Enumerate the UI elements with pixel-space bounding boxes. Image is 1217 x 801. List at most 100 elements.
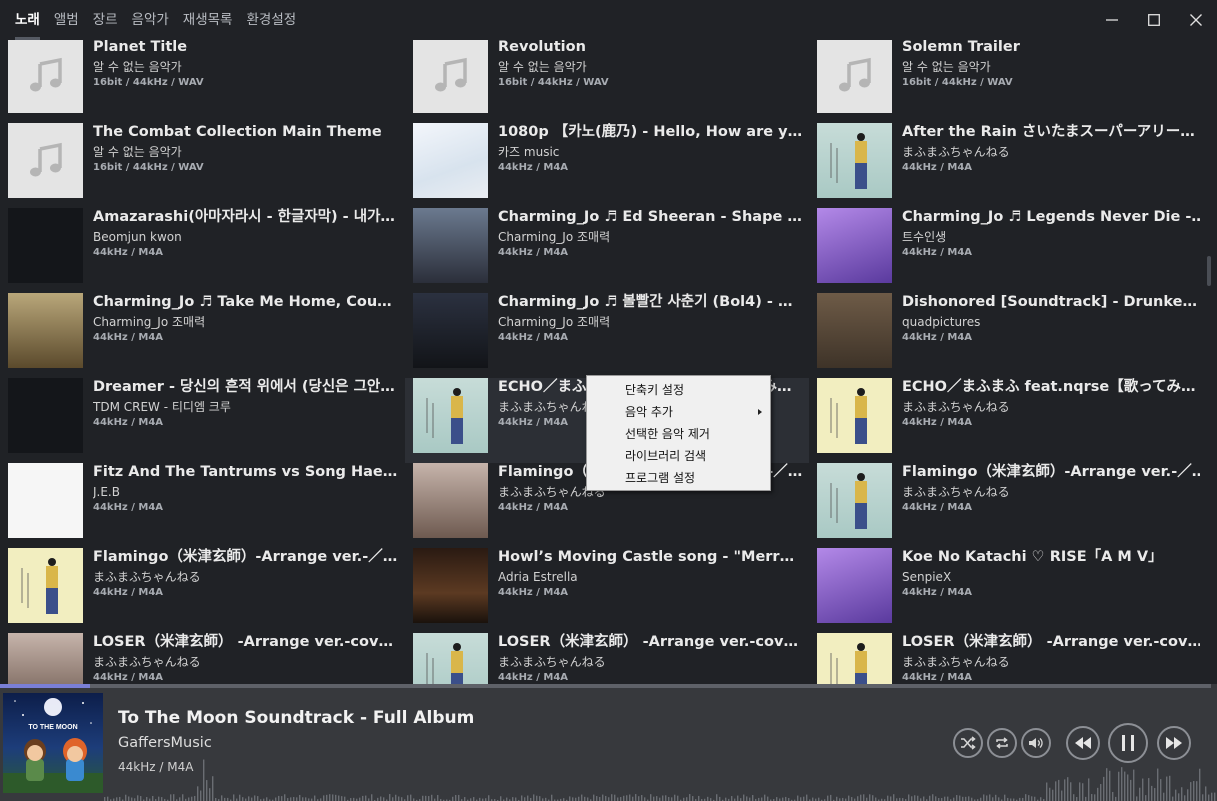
song-card[interactable]: Charming_Jo ♬ Legends Never Die - Le… 트수인…: [809, 208, 1200, 293]
song-card[interactable]: Planet Title 알 수 없는 음악가 16bit / 44kHz / WA…: [0, 40, 404, 123]
visualizer-bar: [692, 796, 694, 801]
visualizer-bar: [1097, 787, 1099, 801]
visualizer-bar: [1064, 779, 1066, 801]
album-cover: TO THE MOON: [3, 693, 103, 793]
song-card[interactable]: Koe No Katachi ♡ RISE「A M V」 SenpieX 44kHz…: [809, 548, 1200, 633]
maximize-button[interactable]: [1133, 0, 1175, 40]
context-menu-item[interactable]: 단축키 설정: [587, 379, 770, 401]
tab-4[interactable]: 재생목록: [176, 0, 240, 40]
visualizer-bar: [578, 796, 580, 801]
visualizer-bar: [389, 794, 391, 801]
visualizer-bar: [128, 796, 130, 801]
volume-button[interactable]: [1021, 728, 1051, 758]
visualizer-bar: [251, 797, 253, 801]
visualizer-bar: [188, 797, 190, 801]
song-card[interactable]: Flamingo（米津玄師）-Arrange ver.-／… まふまふちゃんねる 4…: [0, 548, 404, 633]
context-menu-item[interactable]: 선택한 음악 제거: [587, 423, 770, 445]
visualizer-bar: [1169, 775, 1171, 801]
visualizer-bar: [614, 794, 616, 801]
visualizer-bar: [674, 794, 676, 801]
song-card[interactable]: LOSER（米津玄師） -Arrange ver.-cover… まふまふちゃんね…: [0, 633, 404, 684]
song-info: Dishonored [Soundtrack] - Drunken Wh… qua…: [902, 293, 1200, 345]
visualizer-bar: [800, 797, 802, 801]
song-card[interactable]: Solemn Trailer 알 수 없는 음악가 16bit / 44kHz / …: [809, 40, 1200, 123]
visualizer-bar: [140, 796, 142, 801]
visualizer-bar: [464, 797, 466, 801]
song-format: 44kHz / M4A: [902, 162, 973, 173]
next-button[interactable]: [1157, 726, 1191, 760]
context-menu-item[interactable]: 프로그램 설정: [587, 467, 770, 489]
visualizer-bar: [860, 794, 862, 801]
scrollbar-thumb[interactable]: [1207, 256, 1211, 286]
pause-button[interactable]: [1108, 723, 1148, 763]
song-format: 44kHz / M4A: [93, 247, 164, 258]
album-art: [817, 378, 892, 453]
visualizer-bar: [812, 797, 814, 801]
tab-0[interactable]: 노래: [8, 0, 47, 40]
song-artist: まふまふちゃんねる: [93, 655, 201, 669]
song-card[interactable]: Flamingo（米津玄師）-Arrange ver.-／… まふまふちゃんねる 4…: [809, 463, 1200, 548]
tab-1[interactable]: 앨범: [47, 0, 86, 40]
progress-bar[interactable]: [0, 684, 1211, 688]
album-art: [817, 633, 892, 684]
song-artist: まふまふちゃんねる: [498, 655, 606, 669]
visualizer-bar: [782, 797, 784, 801]
song-card[interactable]: After the Rain さいたまスーパーアリー… まふまふちゃんねる 44kH…: [809, 123, 1200, 208]
visualizer-bar: [1061, 790, 1063, 801]
song-card[interactable]: 1080p 【카노(鹿乃) - Hello, How are you… 카즈 mu…: [405, 123, 809, 208]
song-card[interactable]: Amazarashi(아마자라시 - 한글자막) - 내가… Beomjun kw…: [0, 208, 404, 293]
tab-3[interactable]: 음악가: [125, 0, 176, 40]
song-card[interactable]: ECHO／まふまふ feat.nqrse【歌ってみた】まふまふちゃんねる 44kH…: [809, 378, 1200, 463]
visualizer-bar: [401, 797, 403, 801]
close-button[interactable]: [1175, 0, 1217, 40]
visualizer-bar: [1055, 781, 1057, 801]
context-menu: 단축키 설정 음악 추가 선택한 음악 제거 라이브러리 검색 프로그램 설정: [586, 375, 771, 491]
visualizer-bar: [986, 795, 988, 801]
song-card[interactable]: Howl’s Moving Castle song - "Merry-Go… Ad…: [405, 548, 809, 633]
context-menu-item[interactable]: 라이브러리 검색: [587, 445, 770, 467]
visualizer-bar: [599, 797, 601, 801]
visualizer-bar: [569, 796, 571, 801]
song-artist: Charming_Jo 조매력: [498, 230, 611, 244]
visualizer-bar: [1196, 781, 1198, 801]
visualizer-bar: [179, 797, 181, 801]
song-format: 44kHz / M4A: [902, 332, 973, 343]
tab-2[interactable]: 장르: [86, 0, 125, 40]
visualizer-bar: [848, 795, 850, 801]
visualizer-bar: [1121, 767, 1123, 801]
visualizer-bar: [593, 794, 595, 801]
visualizer-bar: [677, 795, 679, 801]
song-format: 16bit / 44kHz / WAV: [498, 77, 609, 88]
visualizer-bar: [638, 796, 640, 801]
visualizer-bar: [323, 795, 325, 801]
visualizer-bar: [191, 796, 193, 801]
visualizer-bar: [152, 795, 154, 801]
visualizer-bar: [1052, 789, 1054, 801]
song-card[interactable]: The Combat Collection Main Theme 알 수 없는 음…: [0, 123, 404, 208]
visualizer-bar: [923, 796, 925, 801]
album-art: [8, 463, 83, 538]
visualizer-bar: [212, 776, 214, 801]
song-card[interactable]: Revolution 알 수 없는 음악가 16bit / 44kHz / WAV: [405, 40, 809, 123]
song-card[interactable]: Fitz And The Tantrums vs Song Hae - 전… J.…: [0, 463, 404, 548]
minimize-button[interactable]: [1091, 0, 1133, 40]
song-card[interactable]: Dishonored [Soundtrack] - Drunken Wh… qua…: [809, 293, 1200, 378]
repeat-button[interactable]: [987, 728, 1017, 758]
song-card[interactable]: Charming_Jo ♬ Take Me Home, Country… Char…: [0, 293, 404, 378]
visualizer-bar: [818, 797, 820, 801]
visualizer-bar: [1160, 779, 1162, 801]
song-card[interactable]: Dreamer - 당신의 흔적 위에서 (당신은 그안… TDM CREW - …: [0, 378, 404, 463]
visualizer-bar: [506, 797, 508, 801]
music-note-icon: [838, 57, 871, 91]
visualizer-bar: [641, 795, 643, 801]
song-card[interactable]: LOSER（米津玄師） -Arrange ver.-cover… まふまふちゃんね…: [405, 633, 809, 684]
previous-button[interactable]: [1066, 726, 1100, 760]
song-card[interactable]: LOSER（米津玄師） -Arrange ver.-cover… まふまふちゃんね…: [809, 633, 1200, 684]
context-menu-item[interactable]: 음악 추가: [587, 401, 770, 423]
tab-5[interactable]: 환경설정: [239, 0, 303, 40]
song-card[interactable]: Charming_Jo ♬ Ed Sheeran - Shape Of… Char…: [405, 208, 809, 293]
default-album-art: [8, 40, 83, 113]
visualizer-bar: [515, 797, 517, 801]
shuffle-button[interactable]: [953, 728, 983, 758]
song-card[interactable]: Charming_Jo ♬ 볼빨간 사춘기 (Bol4) - 여… Charmin…: [405, 293, 809, 378]
